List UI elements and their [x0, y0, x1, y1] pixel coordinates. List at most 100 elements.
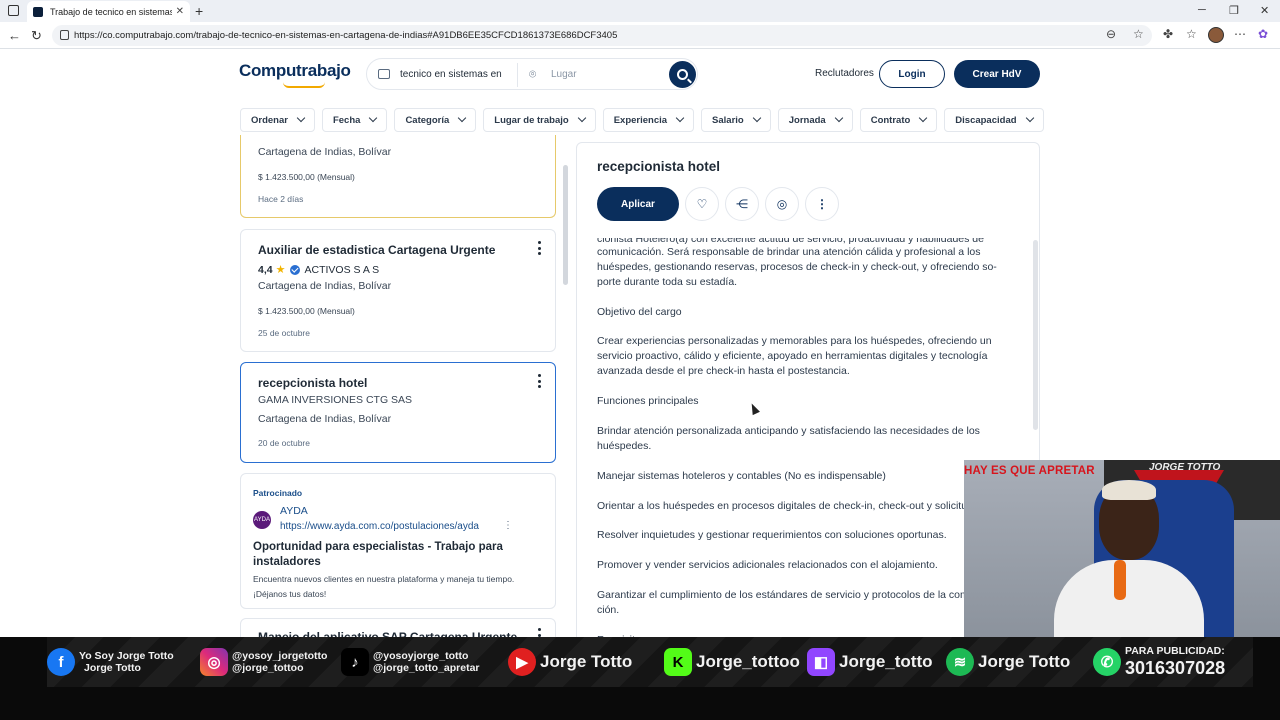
twitch-item: ◧ Jorge_totto	[807, 637, 933, 687]
job-title[interactable]: Auxiliar de estadistica Cartagena Urgent…	[258, 243, 495, 257]
company-name[interactable]: ACTIVOS S A S	[304, 264, 379, 276]
spotify-icon: ≋	[946, 648, 974, 676]
chevron-down-icon	[369, 113, 378, 123]
facebook-icon: f	[47, 648, 75, 676]
minimize-icon[interactable]: ─	[1198, 4, 1206, 16]
hide-eye-icon[interactable]: ◎	[765, 187, 799, 221]
chevron-down-icon	[296, 113, 306, 123]
kebab-menu-icon[interactable]	[538, 374, 542, 388]
site-logo[interactable]: Computrabajo	[239, 61, 351, 88]
filter-categoria[interactable]: Categoría	[394, 108, 477, 132]
filter-salario[interactable]: Salario	[701, 108, 771, 132]
search-input[interactable]: tecnico en sistemas en	[400, 69, 502, 80]
webcam-caption: HAY ES QUE APRETAR	[964, 465, 1095, 477]
company-name[interactable]: GAMA INVERSIONES CTG SAS	[258, 394, 412, 406]
maximize-icon[interactable]: ❐	[1229, 4, 1239, 17]
desc-line: Orientar a los huéspedes en procesos dig…	[597, 500, 987, 512]
filter-label: Experiencia	[613, 114, 668, 126]
favorite-star-icon[interactable]: ☆	[1133, 27, 1144, 41]
job-title[interactable]: recepcionista hotel	[258, 376, 367, 390]
filter-label: Lugar de trabajo	[494, 114, 569, 126]
copilot-icon[interactable]: ✿	[1258, 27, 1268, 41]
advertiser-url[interactable]: https://www.ayda.com.co/postulaciones/ay…	[280, 521, 479, 532]
crear-hdv-button[interactable]: Crear HdV	[954, 60, 1040, 88]
filter-label: Ordenar	[251, 114, 288, 126]
desc-line: ción.	[597, 604, 620, 616]
job-salary: $ 1.423.500,00 (Mensual)	[258, 172, 355, 182]
chevron-down-icon	[577, 113, 586, 123]
site-info-icon[interactable]	[60, 30, 69, 40]
reclutadores-link[interactable]: Reclutadores	[815, 68, 874, 79]
list-scrollbar[interactable]	[563, 165, 568, 285]
filter-lugar[interactable]: Lugar de trabajo	[483, 108, 596, 132]
reader-icon[interactable]: ⊖	[1106, 27, 1116, 41]
close-tab-icon[interactable]: ✕	[176, 6, 184, 17]
publicidad-phone: 3016307028	[1125, 658, 1226, 678]
ad-options-icon[interactable]: ⋮	[503, 520, 513, 531]
reload-icon[interactable]: ↻	[31, 28, 42, 44]
job-card[interactable]: Cartagena de Indias, Bolívar $ 1.423.500…	[240, 135, 556, 218]
social-media-bar: f Yo Soy Jorge Totto Jorge Totto ◎ @yosoy…	[47, 637, 1253, 687]
detail-scrollbar[interactable]	[1033, 240, 1038, 430]
tab-actions-icon[interactable]	[8, 5, 19, 16]
filter-label: Fecha	[332, 114, 361, 126]
overlay-edge	[1253, 637, 1280, 687]
job-location: Cartagena de Indias, Bolívar	[258, 280, 392, 292]
url-text: https://co.computrabajo.com/trabajo-de-t…	[74, 30, 618, 41]
company-rating: 4,4 ★ ACTIVOS S A S	[258, 263, 379, 277]
desc-line: Manejar sistemas hoteleros y contables (…	[597, 470, 886, 482]
browser-tab[interactable]: Trabajo de tecnico en sistemas en ✕	[27, 1, 190, 22]
job-card-selected[interactable]: recepcionista hotel GAMA INVERSIONES CTG…	[240, 362, 556, 463]
youtube-icon: ▶	[508, 648, 536, 676]
verified-icon	[290, 264, 301, 275]
search-divider	[517, 63, 518, 87]
facebook-item: f Yo Soy Jorge Totto Jorge Totto	[47, 637, 174, 687]
kebab-menu-icon[interactable]	[538, 241, 542, 255]
job-date: 20 de octubre	[258, 438, 310, 448]
search-button[interactable]	[669, 61, 696, 88]
filter-jornada[interactable]: Jornada	[777, 108, 853, 132]
desc-line: Garantizar el cumplimiento de los estánd…	[597, 589, 998, 601]
favicon-icon	[33, 6, 43, 17]
close-window-icon[interactable]: ✕	[1260, 4, 1269, 17]
browser-tab-bar: Trabajo de tecnico en sistemas en ✕ + ─ …	[0, 0, 1280, 22]
filter-label: Categoría	[405, 114, 450, 126]
overlay-edge	[0, 637, 47, 687]
share-icon[interactable]: ⋲	[725, 187, 759, 221]
desc-line: Resolver inquietudes y gestionar requeri…	[597, 529, 947, 541]
more-options-icon[interactable]: ⋮	[805, 187, 839, 221]
extensions-icon[interactable]: ✤	[1163, 27, 1173, 41]
apply-button[interactable]: Aplicar	[597, 187, 679, 221]
desc-line: huéspedes, gestionando reservas, proceso…	[597, 261, 997, 273]
sponsored-ad[interactable]: Patrocinado AYDA AYDA https://www.ayda.c…	[240, 473, 556, 609]
profile-avatar[interactable]	[1208, 27, 1224, 43]
chevron-down-icon	[1025, 113, 1034, 123]
tiktok-text-2: @jorge_totto_apretar	[373, 662, 480, 674]
desc-line: Brindar atención personalizada anticipan…	[597, 425, 980, 437]
more-icon[interactable]: ⋯	[1234, 27, 1246, 41]
desc-line: avanzada desde el pre check-in hasta el …	[597, 365, 850, 377]
location-input[interactable]: Lugar	[551, 69, 577, 80]
desc-line: Promover y vender servicios adicionales …	[597, 559, 938, 571]
tiktok-text: @yosoyjorge_totto	[373, 649, 469, 662]
advertiser-name[interactable]: AYDA	[280, 505, 308, 517]
filter-label: Contrato	[870, 114, 911, 126]
job-card[interactable]: Auxiliar de estadistica Cartagena Urgent…	[240, 229, 556, 352]
favorite-heart-icon[interactable]: ♡	[685, 187, 719, 221]
filter-ordenar[interactable]: Ordenar	[240, 108, 315, 132]
desc-line: huéspedes.	[597, 440, 652, 452]
facebook-text: Yo Soy Jorge Totto	[79, 649, 174, 662]
address-bar[interactable]: https://co.computrabajo.com/trabajo-de-t…	[52, 25, 1152, 46]
login-button[interactable]: Login	[879, 60, 945, 88]
back-icon[interactable]: ←	[8, 28, 21, 43]
chevron-down-icon	[458, 113, 467, 123]
filter-fecha[interactable]: Fecha	[321, 108, 388, 132]
collections-icon[interactable]: ☆	[1186, 27, 1197, 41]
filter-experiencia[interactable]: Experiencia	[602, 108, 695, 132]
filter-contrato[interactable]: Contrato	[859, 108, 938, 132]
filter-discapacidad[interactable]: Discapacidad	[944, 108, 1044, 132]
rating-value: 4,4	[258, 263, 273, 276]
new-tab-icon[interactable]: +	[195, 3, 203, 19]
bottom-black-bar	[0, 687, 1280, 720]
ad-headline[interactable]: Oportunidad para especialistas - Trabajo…	[253, 540, 543, 570]
